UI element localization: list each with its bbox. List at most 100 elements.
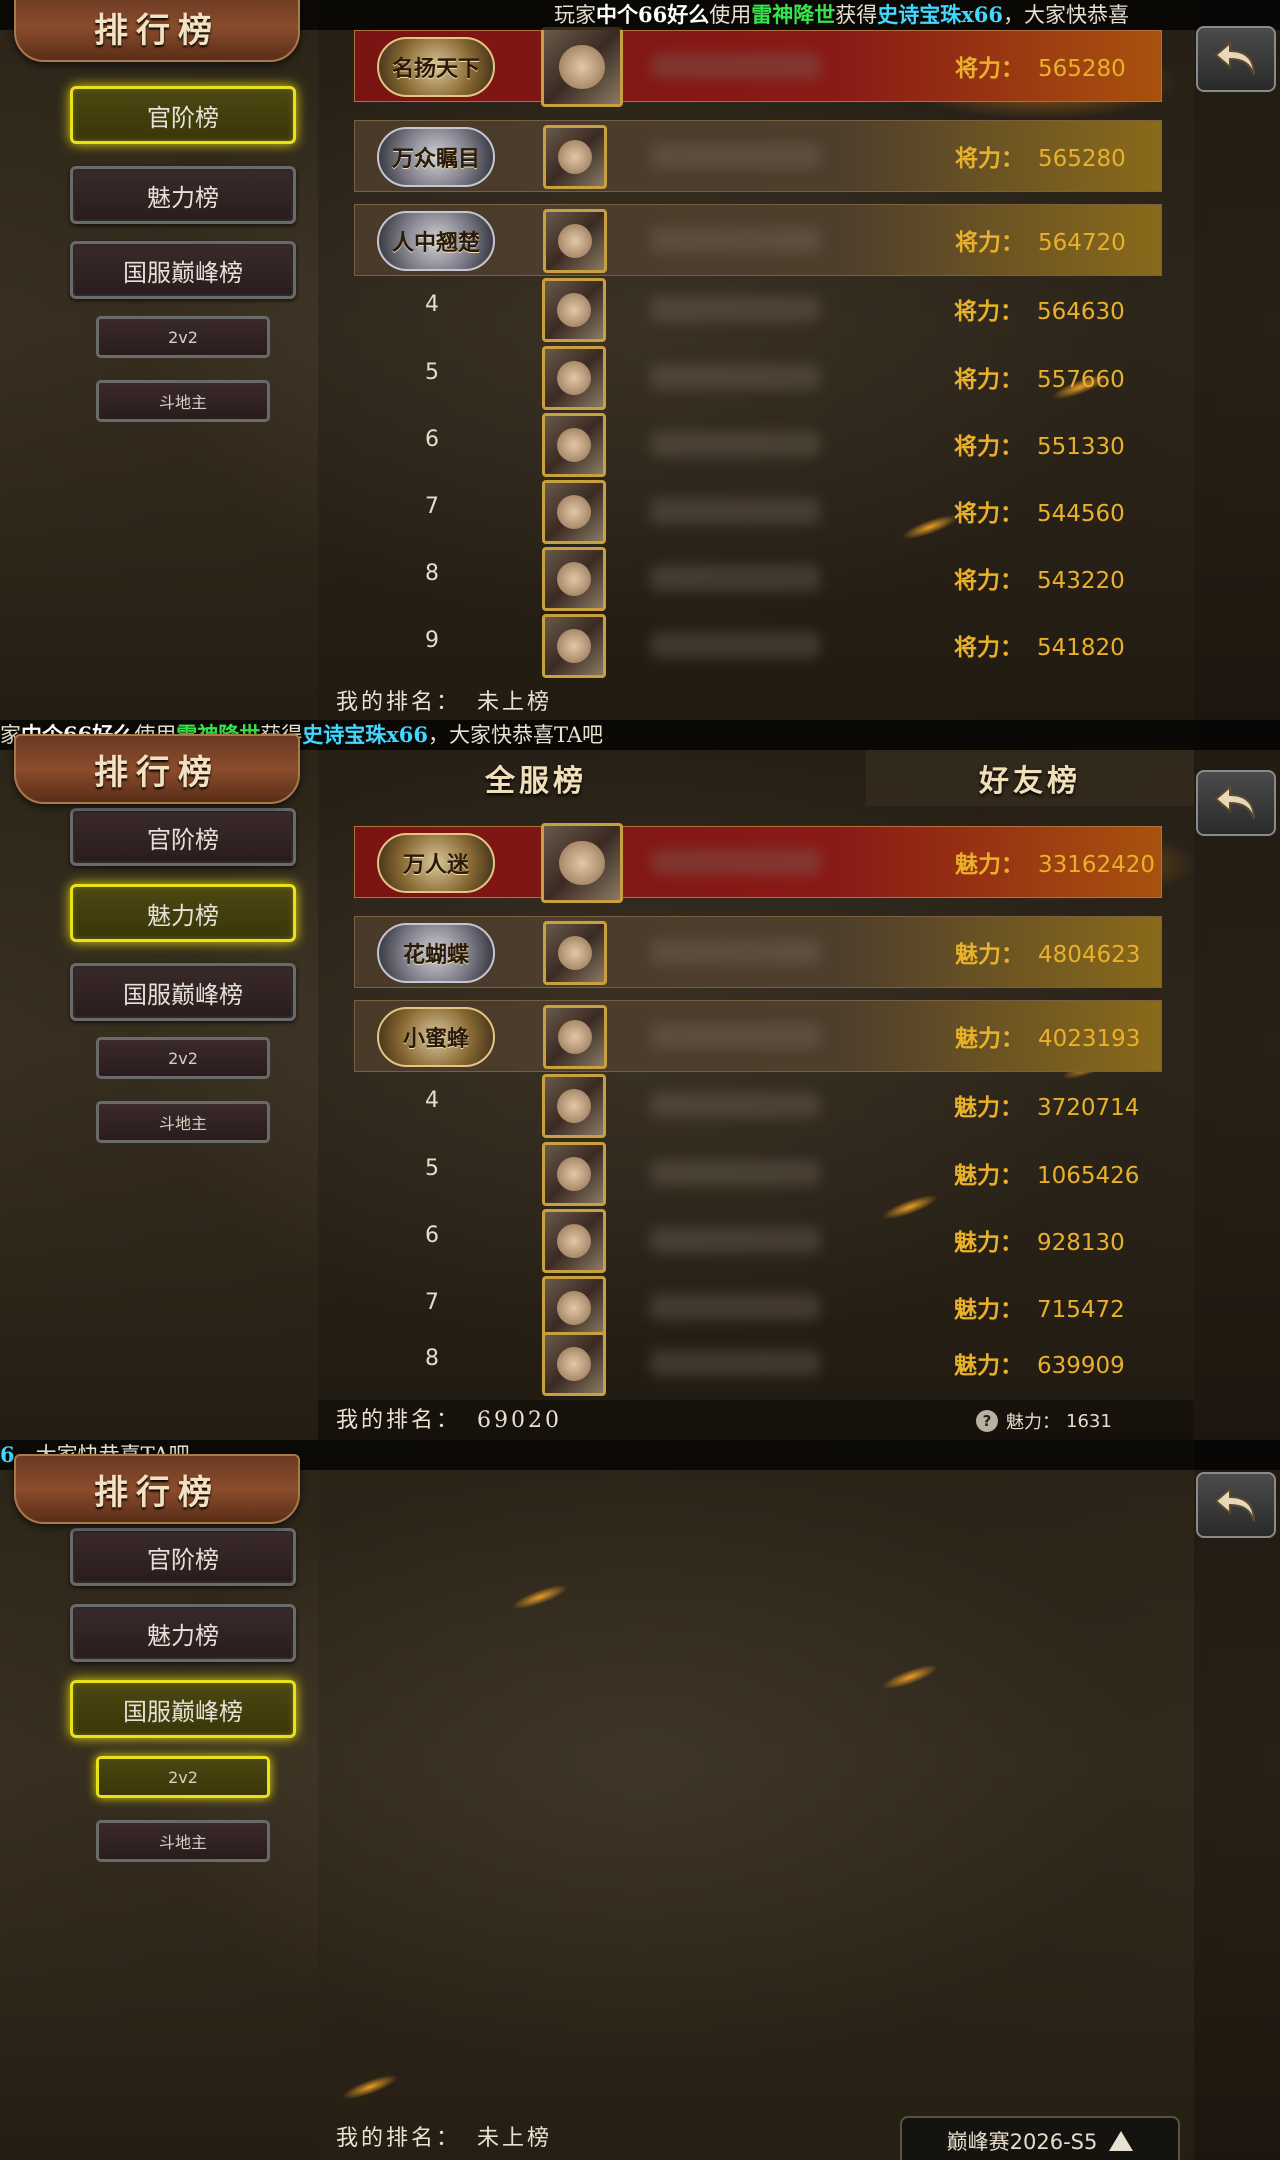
value-number: 639909 xyxy=(1037,1353,1125,1379)
avatar xyxy=(543,209,607,273)
sidebar-charm-rank[interactable]: 魅力榜 xyxy=(70,1604,296,1662)
value-number: 565280 xyxy=(1038,56,1126,82)
rank-badge: 花蝴蝶 xyxy=(377,923,495,983)
my-charm-value: 1631 xyxy=(1066,1410,1112,1432)
sidebar-peak-rank[interactable]: 国服巅峰榜 xyxy=(70,963,296,1021)
sidebar-landlord[interactable]: 斗地主 xyxy=(96,1101,270,1143)
list-item[interactable]: 小蜜蜂 魅力： 4023193 xyxy=(354,1000,1162,1072)
rank-badge: 小蜜蜂 xyxy=(377,1007,495,1067)
charm-value: 魅力： 715472 xyxy=(954,1290,1125,1324)
my-rank-value: 未上榜 xyxy=(477,690,553,715)
back-button[interactable] xyxy=(1196,26,1276,92)
list-item[interactable]: 名扬天下 将力： 565280 xyxy=(354,27,1162,107)
sidebar-2v2[interactable]: 2v2 xyxy=(96,1037,270,1079)
sidebar-2v2[interactable]: 2v2 xyxy=(96,1756,270,1798)
sidebar-charm-rank[interactable]: 魅力榜 xyxy=(70,166,296,224)
player-name-blurred xyxy=(650,431,820,457)
rank-number: 7 xyxy=(425,1290,439,1315)
avatar xyxy=(542,1142,606,1206)
value-label: 魅力： xyxy=(954,1094,1023,1121)
value-label: 魅力： xyxy=(955,1025,1024,1052)
value-label: 将力： xyxy=(955,145,1024,172)
value-number: 565280 xyxy=(1038,146,1126,172)
ticker-reward: 史诗宝珠x66 xyxy=(302,722,428,747)
value-number: 4804623 xyxy=(1038,942,1141,968)
power-value: 将力： 544560 xyxy=(954,494,1125,528)
list-item[interactable]: 6 魅力： 928130 xyxy=(354,1205,1162,1277)
player-name-blurred xyxy=(650,632,820,658)
list-item[interactable]: 人中翘楚 将力： 564720 xyxy=(354,204,1162,276)
value-label: 将力： xyxy=(954,366,1023,393)
ticker-item: 雷神降世 xyxy=(751,2,836,27)
ticker-text: 获得 xyxy=(835,3,878,27)
portrait xyxy=(556,628,592,664)
value-label: 魅力： xyxy=(955,941,1024,968)
power-value: 将力： 551330 xyxy=(954,427,1125,461)
portrait xyxy=(559,840,605,886)
ticker-reward: 6 xyxy=(0,1442,15,1467)
player-name-blurred xyxy=(650,1092,820,1118)
back-button[interactable] xyxy=(1196,1472,1276,1538)
player-name-blurred xyxy=(651,939,821,965)
value-label: 魅力： xyxy=(954,1352,1023,1379)
charm-value: 魅力： 4023193 xyxy=(955,1019,1140,1053)
ticker-player: 中个66好么 xyxy=(596,2,710,27)
back-button[interactable] xyxy=(1196,770,1276,836)
portrait xyxy=(556,1290,592,1326)
sidebar-landlord[interactable]: 斗地主 xyxy=(96,1820,270,1862)
value-number: 4023193 xyxy=(1038,1026,1141,1052)
page-title: 排行榜 xyxy=(14,734,300,804)
value-number: 541820 xyxy=(1037,635,1125,661)
list-item[interactable]: 4 将力： 564630 xyxy=(354,274,1162,346)
charm-value: 魅力： 3720714 xyxy=(954,1088,1139,1122)
list-item[interactable]: 7 将力： 544560 xyxy=(354,476,1162,548)
right-strip xyxy=(1194,0,1280,720)
player-name-blurred xyxy=(650,1350,820,1376)
sidebar-2v2[interactable]: 2v2 xyxy=(96,316,270,358)
power-value: 将力： 541820 xyxy=(954,628,1125,662)
player-name-blurred xyxy=(651,1023,821,1049)
list-item[interactable]: 8 将力： 543220 xyxy=(354,543,1162,615)
my-rank-value: 69020 xyxy=(477,1408,563,1433)
rank-badge: 名扬天下 xyxy=(377,37,495,97)
portrait xyxy=(557,139,593,175)
charm-value: 魅力： 928130 xyxy=(954,1223,1125,1257)
value-number: 1065426 xyxy=(1037,1163,1140,1189)
list-item[interactable]: 5 魅力： 1065426 xyxy=(354,1138,1162,1210)
my-rank: 我的排名： 69020 xyxy=(336,1402,562,1434)
page-title: 排行榜 xyxy=(14,1454,300,1524)
sidebar-official-rank[interactable]: 官阶榜 xyxy=(70,1528,296,1586)
charm-value: 魅力： 639909 xyxy=(954,1346,1125,1380)
caret-up-icon xyxy=(1109,2131,1134,2151)
tab-friends-ranking[interactable]: 好友榜 xyxy=(866,750,1194,806)
list-item[interactable]: 4 魅力： 3720714 xyxy=(354,1070,1162,1142)
sidebar-landlord[interactable]: 斗地主 xyxy=(96,380,270,422)
season-selector[interactable]: 巅峰赛2026-S5 xyxy=(900,2116,1180,2160)
back-arrow-icon xyxy=(1214,784,1255,820)
list-item[interactable]: 万人迷 魅力： 33162420 xyxy=(354,823,1162,903)
list-item[interactable]: 5 将力： 557660 xyxy=(354,342,1162,414)
avatar xyxy=(543,125,607,189)
sidebar-peak-rank[interactable]: 国服巅峰榜 xyxy=(70,241,296,299)
sidebar-official-rank[interactable]: 官阶榜 xyxy=(70,808,296,866)
help-icon[interactable]: ? xyxy=(976,1410,998,1432)
value-label: 魅力： xyxy=(954,1229,1023,1256)
value-number: 551330 xyxy=(1037,434,1125,460)
tab-server-ranking[interactable]: 全服榜 xyxy=(318,750,754,806)
ranking-list-area-empty xyxy=(318,1470,1194,2160)
list-item[interactable]: 9 将力： 541820 xyxy=(354,610,1162,682)
portrait xyxy=(556,494,592,530)
portrait xyxy=(556,427,592,463)
list-item[interactable]: 万众瞩目 将力： 565280 xyxy=(354,120,1162,192)
sidebar-official-rank[interactable]: 官阶榜 xyxy=(70,86,296,144)
list-item[interactable]: 8 魅力： 639909 xyxy=(354,1328,1162,1400)
avatar xyxy=(543,921,607,985)
list-item[interactable]: 花蝴蝶 魅力： 4804623 xyxy=(354,916,1162,988)
my-charm-label: 魅力： xyxy=(1006,1412,1060,1433)
ticker-text: 使用 xyxy=(709,3,752,27)
sidebar-peak-rank[interactable]: 国服巅峰榜 xyxy=(70,1680,296,1738)
sidebar-charm-rank[interactable]: 魅力榜 xyxy=(70,884,296,942)
my-rank-label: 我的排名： xyxy=(336,1408,462,1433)
rank-number: 6 xyxy=(425,1223,439,1248)
list-item[interactable]: 6 将力： 551330 xyxy=(354,409,1162,481)
